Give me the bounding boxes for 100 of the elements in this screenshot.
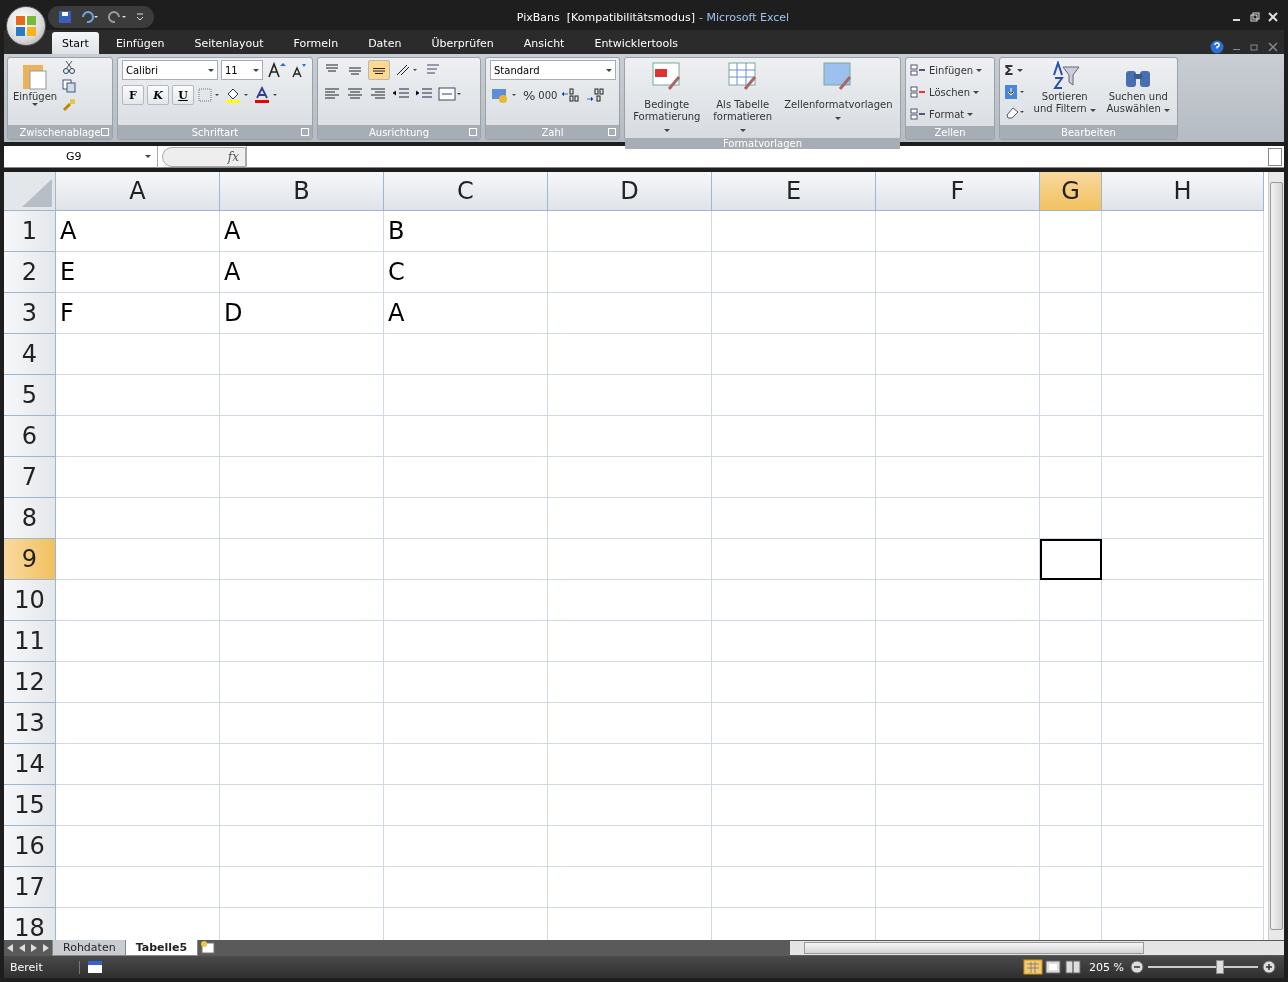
table-cell[interactable] (384, 867, 548, 908)
table-cell[interactable] (712, 703, 876, 744)
table-cell[interactable] (220, 498, 384, 539)
table-cell[interactable] (712, 375, 876, 416)
insert-function-button[interactable]: fx (162, 146, 246, 167)
editing-button[interactable]: Sortieren und Filtern (1030, 60, 1100, 116)
fill-down-icon[interactable] (1004, 84, 1026, 100)
align-bottom-button[interactable] (368, 60, 390, 80)
table-cell[interactable] (1102, 867, 1264, 908)
table-cell[interactable] (712, 293, 876, 334)
column-header[interactable]: G (1040, 172, 1102, 211)
thousands-separator-button[interactable]: 000 (538, 85, 558, 105)
active-cell[interactable] (1040, 539, 1102, 580)
table-cell[interactable] (712, 539, 876, 580)
table-cell[interactable] (712, 580, 876, 621)
table-cell[interactable] (876, 334, 1040, 375)
ribbon-tab[interactable]: Formeln (280, 32, 352, 54)
row-header[interactable]: 18 (4, 908, 56, 940)
table-cell[interactable] (548, 211, 712, 252)
table-cell[interactable] (876, 703, 1040, 744)
table-cell[interactable] (220, 703, 384, 744)
table-cell[interactable] (548, 498, 712, 539)
save-icon[interactable] (58, 10, 72, 24)
style-button[interactable]: Bedingte Formatierung (629, 60, 705, 136)
table-cell[interactable] (1040, 375, 1102, 416)
column-header[interactable]: E (712, 172, 876, 211)
expand-formula-button[interactable] (1268, 147, 1282, 166)
row-header[interactable]: 8 (4, 498, 56, 539)
table-cell[interactable] (876, 867, 1040, 908)
number-format-field[interactable]: Standard (490, 60, 616, 80)
row-header[interactable]: 17 (4, 867, 56, 908)
office-button[interactable] (6, 6, 46, 46)
zoom-in-icon[interactable] (1262, 960, 1276, 974)
dialog-launcher-icon[interactable] (469, 128, 477, 136)
table-cell[interactable] (220, 580, 384, 621)
table-cell[interactable] (384, 416, 548, 457)
table-cell[interactable] (876, 785, 1040, 826)
table-cell[interactable]: A (220, 252, 384, 293)
table-cell[interactable] (56, 416, 220, 457)
paste-button[interactable]: Einfügen (12, 60, 59, 107)
table-cell[interactable]: A (56, 211, 220, 252)
table-cell[interactable] (1040, 498, 1102, 539)
table-cell[interactable] (1040, 580, 1102, 621)
table-cell[interactable] (548, 867, 712, 908)
table-cell[interactable] (548, 621, 712, 662)
table-cell[interactable] (220, 621, 384, 662)
table-cell[interactable] (1040, 621, 1102, 662)
table-cell[interactable] (712, 621, 876, 662)
table-cell[interactable] (384, 785, 548, 826)
table-cell[interactable] (384, 498, 548, 539)
row-header[interactable]: 14 (4, 744, 56, 785)
table-cell[interactable] (548, 662, 712, 703)
table-cell[interactable] (548, 703, 712, 744)
column-header[interactable]: D (548, 172, 712, 211)
table-cell[interactable]: A (220, 211, 384, 252)
sheet-tab[interactable]: Rohdaten (52, 940, 127, 956)
table-cell[interactable] (1102, 375, 1264, 416)
row-header[interactable]: 12 (4, 662, 56, 703)
select-all-button[interactable] (4, 172, 56, 211)
cells-button[interactable]: Löschen (910, 82, 983, 102)
table-cell[interactable] (548, 826, 712, 867)
table-cell[interactable] (220, 334, 384, 375)
column-header[interactable]: H (1102, 172, 1264, 211)
cells-button[interactable]: Format (910, 104, 983, 124)
table-cell[interactable] (876, 375, 1040, 416)
row-header[interactable]: 2 (4, 252, 56, 293)
vertical-scrollbar[interactable] (1268, 172, 1284, 940)
table-cell[interactable] (1040, 457, 1102, 498)
table-cell[interactable] (548, 416, 712, 457)
percent-button[interactable]: % (523, 85, 536, 105)
table-cell[interactable] (384, 539, 548, 580)
table-cell[interactable] (548, 457, 712, 498)
cells-button[interactable]: Einfügen (910, 60, 983, 80)
table-cell[interactable] (712, 252, 876, 293)
table-cell[interactable] (1102, 334, 1264, 375)
copy-icon[interactable] (62, 79, 77, 93)
table-cell[interactable] (1102, 293, 1264, 334)
table-cell[interactable] (220, 867, 384, 908)
fill-color-icon[interactable] (224, 86, 250, 104)
table-cell[interactable] (548, 744, 712, 785)
bold-button[interactable]: F (122, 85, 144, 105)
table-cell[interactable] (1102, 662, 1264, 703)
table-cell[interactable] (56, 539, 220, 580)
ribbon-tab[interactable]: Einfügen (102, 32, 178, 54)
table-cell[interactable] (712, 416, 876, 457)
ribbon-tab[interactable]: Entwicklertools (581, 32, 692, 54)
table-cell[interactable] (1040, 416, 1102, 457)
table-cell[interactable] (548, 334, 712, 375)
shrink-font-icon[interactable] (289, 61, 307, 79)
table-cell[interactable]: C (384, 252, 548, 293)
table-cell[interactable] (1102, 416, 1264, 457)
page-break-icon[interactable] (1063, 959, 1084, 975)
table-cell[interactable] (384, 375, 548, 416)
column-header[interactable]: A (56, 172, 220, 211)
normal-view-icon[interactable] (1023, 959, 1044, 975)
customize-caret-icon[interactable] (136, 12, 144, 22)
table-cell[interactable] (876, 744, 1040, 785)
table-cell[interactable] (1040, 252, 1102, 293)
table-cell[interactable] (220, 744, 384, 785)
style-button[interactable]: Zellenformatvorlagen (780, 60, 896, 124)
